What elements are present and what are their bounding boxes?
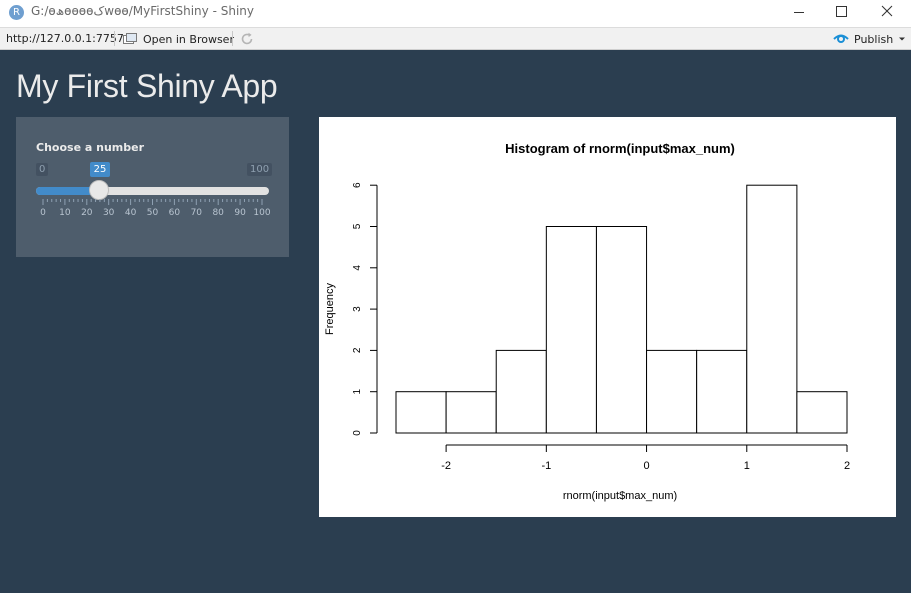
- window-titlebar: R G:/ɵھɵɵɵɵکwɵɵ/MyFirstShiny - Shiny: [0, 0, 911, 27]
- histogram-bar: [796, 391, 848, 434]
- publish-icon: [833, 34, 849, 43]
- histogram-bar: [646, 349, 698, 434]
- minimize-icon: [794, 12, 804, 13]
- url-text: http://127.0.0.1:7757: [6, 32, 124, 45]
- rstudio-icon: R: [9, 5, 24, 20]
- refresh-icon: [241, 32, 253, 45]
- y-tick-label: 5: [352, 223, 363, 229]
- slider-value-label: 25: [90, 162, 110, 177]
- slider-tick-label: 30: [102, 208, 115, 218]
- x-axis-label: rnorm(input$max_num): [563, 490, 677, 502]
- x-tick-label: -2: [441, 460, 451, 472]
- maximize-icon: [836, 6, 847, 17]
- x-tick-label: -1: [541, 460, 551, 472]
- histogram-bar: [395, 391, 447, 434]
- publish-label: Publish: [854, 32, 894, 46]
- y-tick-label: 4: [352, 265, 363, 271]
- slider-label: Choose a number: [36, 141, 144, 154]
- histogram-bar: [445, 391, 497, 434]
- y-tick-label: 6: [352, 182, 363, 188]
- window-title: G:/ɵھɵɵɵɵکwɵɵ/MyFirstShiny - Shiny: [31, 4, 254, 18]
- open-browser-icon: [123, 33, 137, 44]
- slider-tick-label: 70: [190, 208, 203, 218]
- slider-tick-label: 100: [253, 208, 271, 218]
- histogram-bar: [545, 226, 597, 434]
- slider-fill: [36, 187, 95, 195]
- close-button[interactable]: [864, 0, 910, 27]
- slider-tick-label: 60: [168, 208, 181, 218]
- histogram-svg: Histogram of rnorm(input$max_num) rnorm(…: [324, 141, 850, 502]
- open-in-browser-button[interactable]: Open in Browser: [122, 31, 234, 47]
- y-tick-label: 1: [352, 388, 363, 394]
- y-tick-label: 0: [352, 430, 363, 436]
- slider-ticks: [42, 199, 263, 205]
- publish-button[interactable]: Publish: [833, 31, 906, 47]
- slider-tick-label: 80: [212, 208, 224, 218]
- histogram-bar: [495, 349, 547, 434]
- toolbar-divider: [232, 31, 233, 46]
- slider-tick-label: 10: [59, 208, 71, 218]
- chevron-down-icon: [899, 37, 906, 41]
- x-tick-label: 2: [844, 460, 850, 472]
- page-title: My First Shiny App: [16, 68, 278, 104]
- slider-min-label: 0: [36, 163, 49, 176]
- x-tick-label: 0: [643, 460, 649, 472]
- slider-tick-label: 20: [81, 208, 93, 218]
- open-in-browser-label: Open in Browser: [143, 32, 234, 46]
- slider-max-label: 100: [247, 163, 273, 176]
- close-icon: [881, 5, 893, 17]
- slider-tick-label: 50: [146, 208, 159, 218]
- chart-title: Histogram of rnorm(input$max_num): [505, 141, 735, 156]
- maximize-button[interactable]: [818, 0, 864, 27]
- slider-tick-labels: 0 10 20 30 40 50 60 70 80 90 100: [36, 208, 271, 220]
- y-axis-label: Frequency: [324, 283, 336, 335]
- histogram-bar: [696, 349, 748, 434]
- histogram-plot: Histogram of rnorm(input$max_num) rnorm(…: [319, 117, 896, 517]
- slider-tick-label: 0: [40, 208, 46, 218]
- toolbar-divider: [114, 31, 115, 46]
- slider-handle[interactable]: [89, 180, 109, 200]
- viewer-toolbar: http://127.0.0.1:7757 Open in Browser Pu…: [0, 27, 911, 50]
- histogram-bar: [595, 226, 648, 434]
- y-tick-label: 3: [352, 306, 363, 312]
- sidebar-panel: Choose a number 0 100 25 0 10 20 30 40 50 60 70…: [16, 117, 289, 257]
- minimize-button[interactable]: [776, 0, 822, 27]
- slider-tick-label: 40: [124, 208, 137, 218]
- x-tick-label: 1: [744, 460, 750, 472]
- refresh-button[interactable]: [239, 31, 255, 51]
- slider-tick-label: 90: [234, 208, 246, 218]
- histogram-bar: [746, 184, 798, 434]
- y-tick-label: 2: [352, 347, 363, 353]
